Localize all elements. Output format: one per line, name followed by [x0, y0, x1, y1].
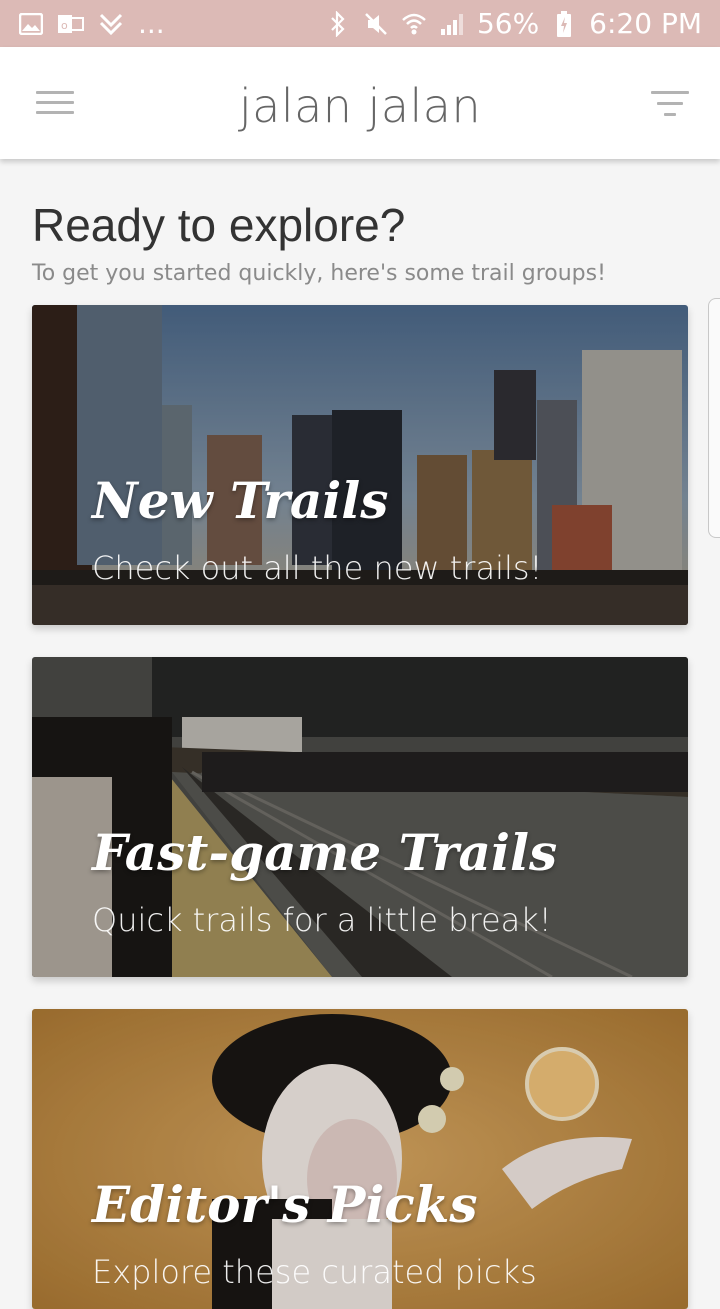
- card-subtitle: Quick trails for a little break!: [92, 901, 552, 939]
- status-right: 56% 6:20 PM: [325, 6, 702, 40]
- card-title: New Trails: [92, 471, 389, 530]
- outlook-icon: o: [58, 12, 84, 36]
- clock: 6:20 PM: [589, 6, 702, 40]
- gallery-icon: [18, 12, 44, 36]
- signal-icon: [439, 12, 465, 36]
- card-fast-game-trails[interactable]: Fast-game Trails Quick trails for a litt…: [32, 657, 688, 977]
- card-subtitle: Explore these curated picks: [92, 1253, 537, 1291]
- filter-button[interactable]: [650, 91, 690, 119]
- wifi-icon: [401, 12, 427, 36]
- card-title: Fast-game Trails: [92, 823, 558, 882]
- battery-charging-icon: [551, 10, 577, 37]
- card-subtitle: Check out all the new trails!: [92, 549, 543, 587]
- card-new-trails[interactable]: New Trails Check out all the new trails!: [32, 305, 688, 625]
- card-editors-picks[interactable]: Editor's Picks Explore these curated pic…: [32, 1009, 688, 1309]
- filter-icon-bar: [664, 113, 676, 116]
- bluetooth-icon: [325, 10, 351, 37]
- status-left: o ...: [18, 6, 165, 40]
- card-title: Editor's Picks: [92, 1175, 478, 1234]
- app-bar: jalan jalan: [0, 47, 720, 159]
- mute-icon: [363, 12, 389, 36]
- edge-panel-handle[interactable]: [708, 298, 720, 538]
- page-subtitle: To get you started quickly, here's some …: [32, 261, 606, 286]
- filter-icon-bar: [657, 102, 683, 105]
- app-title: jalan jalan: [238, 79, 482, 133]
- battery-percent: 56%: [476, 6, 540, 40]
- status-bar: o ... 56% 6:20 PM: [0, 0, 720, 47]
- filter-icon: [651, 91, 689, 94]
- notification-overflow: ...: [138, 6, 165, 40]
- download-icon: [98, 12, 124, 36]
- page-title: Ready to explore?: [32, 199, 406, 251]
- svg-text:o: o: [61, 19, 68, 32]
